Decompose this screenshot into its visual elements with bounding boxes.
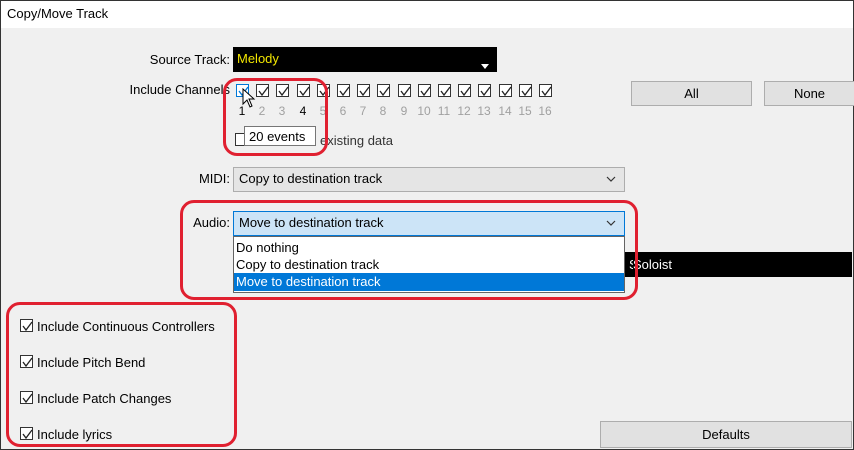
- channel-checkbox[interactable]: [357, 84, 370, 97]
- channel-checkbox[interactable]: [377, 84, 390, 97]
- checkmark-icon: [420, 86, 431, 97]
- channel-number: 10: [417, 104, 431, 118]
- channel-checkbox[interactable]: [438, 84, 451, 97]
- checkmark-icon: [359, 86, 370, 97]
- checkmark-icon: [460, 86, 471, 97]
- checkmark-icon: [480, 86, 491, 97]
- channel-checkbox[interactable]: [418, 84, 431, 97]
- dropdown-arrow-icon: [481, 64, 489, 69]
- channel-number: 16: [538, 104, 552, 118]
- channel-checkbox[interactable]: [539, 84, 552, 97]
- annotation-highlight-audio: [180, 200, 638, 300]
- channel-number: 9: [400, 104, 408, 118]
- channel-checkbox[interactable]: [499, 84, 512, 97]
- include-channels-label: Include Channels: [129, 82, 230, 97]
- source-track-label: Source Track:: [149, 52, 230, 67]
- source-track-select[interactable]: Melody: [233, 47, 497, 72]
- channel-checkbox[interactable]: [478, 84, 491, 97]
- checkmark-icon: [379, 86, 390, 97]
- channel-number: 7: [359, 104, 367, 118]
- channel-number: 14: [498, 104, 512, 118]
- existing-data-label: existing data: [320, 133, 393, 148]
- window-title: Copy/Move Track: [7, 6, 109, 21]
- none-button[interactable]: None: [764, 81, 854, 106]
- channel-checkbox[interactable]: [519, 84, 532, 97]
- midi-select-value: Copy to destination track: [239, 171, 383, 186]
- midi-select[interactable]: Copy to destination track: [233, 167, 625, 192]
- channel-number: 8: [379, 104, 387, 118]
- checkmark-icon: [440, 86, 451, 97]
- channel-number: 6: [339, 104, 347, 118]
- channel-number: 13: [477, 104, 491, 118]
- checkmark-icon: [339, 86, 350, 97]
- chevron-down-icon: [606, 176, 616, 182]
- annotation-highlight-options: [6, 302, 237, 447]
- defaults-button[interactable]: Defaults: [600, 421, 852, 448]
- all-button[interactable]: All: [631, 81, 752, 106]
- destination-track-bar-right: Soloist: [633, 252, 852, 277]
- annotation-highlight-channels: [223, 78, 328, 156]
- checkmark-icon: [400, 86, 411, 97]
- channel-checkbox[interactable]: [398, 84, 411, 97]
- channel-number: 12: [457, 104, 471, 118]
- checkmark-icon: [501, 86, 512, 97]
- checkmark-icon: [521, 86, 532, 97]
- channel-number: 11: [437, 104, 451, 118]
- channel-checkbox[interactable]: [458, 84, 471, 97]
- source-track-value: Melody: [237, 51, 279, 66]
- checkmark-icon: [541, 86, 552, 97]
- midi-label: MIDI:: [198, 171, 230, 186]
- channel-checkbox[interactable]: [337, 84, 350, 97]
- channel-number: 15: [518, 104, 532, 118]
- title-bar: Copy/Move Track: [1, 1, 853, 28]
